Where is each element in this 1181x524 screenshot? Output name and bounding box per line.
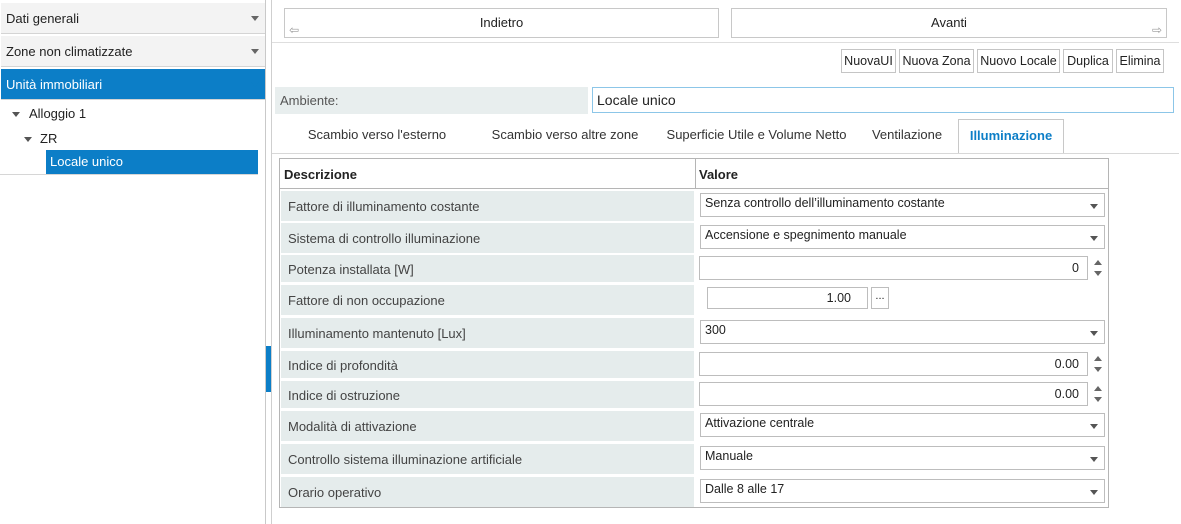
chevron-down-icon[interactable] (1090, 204, 1098, 209)
section-label: Zone non climatizzate (6, 44, 133, 59)
spin-down-icon[interactable] (1094, 367, 1102, 372)
column-header-valore: Valore (699, 167, 739, 182)
new-ui-button[interactable]: NuovaUI (841, 49, 896, 73)
duplicate-button[interactable]: Duplica (1063, 49, 1113, 73)
delete-button[interactable]: Elimina (1116, 49, 1164, 73)
expand-icon[interactable] (24, 137, 32, 142)
column-separator[interactable] (695, 159, 696, 189)
arrow-right-icon: ⇨ (1151, 23, 1162, 37)
row-label: Sistema di controllo illuminazione (281, 223, 694, 253)
arrow-left-icon: ⇦ (289, 23, 300, 37)
chevron-down-icon (251, 49, 259, 54)
expand-icon[interactable] (12, 112, 20, 117)
tab-scambio-zone[interactable]: Scambio verso altre zone (481, 119, 649, 153)
divider (272, 153, 1179, 154)
row-label: Fattore di non occupazione (281, 285, 694, 315)
tab-scambio-esterno[interactable]: Scambio verso l'esterno (293, 119, 461, 153)
row-label: Modalità di attivazione (281, 411, 694, 441)
section-zone-non-climatizzate[interactable]: Zone non climatizzate (1, 36, 265, 67)
tree-item-zr[interactable]: ZR (24, 128, 244, 150)
select-value: Dalle 8 alle 17 (705, 482, 785, 496)
chevron-down-icon[interactable] (1090, 236, 1098, 241)
chevron-down-icon[interactable] (1090, 490, 1098, 495)
chevron-down-icon (251, 82, 259, 87)
forward-label: Avanti (931, 15, 967, 30)
section-label: Dati generali (6, 11, 79, 26)
value-select[interactable]: Manuale (700, 446, 1105, 470)
spinner[interactable] (1091, 352, 1105, 376)
row-label: Indice di profondità (281, 351, 694, 378)
row-label: Controllo sistema illuminazione artifici… (281, 444, 694, 474)
back-label: Indietro (479, 15, 524, 30)
property-grid: Descrizione Valore Fattore di illuminame… (279, 158, 1109, 508)
tree-label: ZR (40, 131, 58, 146)
new-room-button[interactable]: Nuovo Locale (977, 49, 1060, 73)
spin-down-icon[interactable] (1094, 397, 1102, 402)
tree-item-locale-unico[interactable]: Locale unico (46, 150, 258, 174)
sidebar: Dati generali Zone non climatizzate Unit… (0, 0, 266, 524)
select-value: Accensione e spegnimento manuale (705, 228, 907, 242)
spin-up-icon[interactable] (1094, 386, 1102, 391)
row-label: Fattore di illuminamento costante (281, 191, 694, 221)
section-label: Unità immobiliari (6, 77, 103, 92)
chevron-down-icon[interactable] (1090, 331, 1098, 336)
tab-illuminazione[interactable]: Illuminazione (958, 119, 1064, 153)
chevron-down-icon (251, 16, 259, 21)
chevron-down-icon[interactable] (1090, 457, 1098, 462)
number-input[interactable]: 0.00 (699, 382, 1088, 406)
tree-item-alloggio[interactable]: Alloggio 1 (12, 103, 252, 125)
value-select[interactable]: Senza controllo dell’illuminamento costa… (700, 193, 1105, 217)
row-label: Illuminamento mantenuto [Lux] (281, 318, 694, 348)
spinner[interactable] (1091, 382, 1105, 406)
divider (0, 174, 258, 175)
section-unita-immobiliari[interactable]: Unità immobiliari (1, 69, 265, 100)
ellipsis-button[interactable]: ... (871, 287, 889, 309)
value-select[interactable]: Attivazione centrale (700, 413, 1105, 437)
value-select[interactable]: 300 (700, 320, 1105, 344)
row-label: Indice di ostruzione (281, 381, 694, 408)
grid-header: Descrizione Valore (280, 159, 1108, 189)
value-select[interactable]: Accensione e spegnimento manuale (700, 225, 1105, 249)
column-header-descrizione: Descrizione (284, 167, 357, 182)
number-input[interactable]: 0.00 (699, 352, 1088, 376)
select-value: 300 (705, 323, 726, 337)
row-label: Orario operativo (281, 477, 694, 507)
divider (272, 42, 1179, 43)
section-dati-generali[interactable]: Dati generali (1, 3, 265, 34)
value-select[interactable]: Dalle 8 alle 17 (700, 479, 1105, 503)
select-value: Senza controllo dell’illuminamento costa… (705, 196, 945, 210)
splitter[interactable] (266, 0, 272, 524)
number-input[interactable]: 0 (699, 256, 1088, 280)
spinner[interactable] (1091, 256, 1105, 280)
tree-label: Alloggio 1 (29, 106, 87, 121)
row-label: Potenza installata [W] (281, 255, 694, 282)
splitter-handle[interactable] (266, 346, 271, 392)
tree-label: Locale unico (50, 154, 123, 169)
back-button[interactable]: ⇦ Indietro (284, 8, 719, 38)
select-value: Manuale (705, 449, 753, 463)
spin-up-icon[interactable] (1094, 260, 1102, 265)
tab-ventilazione[interactable]: Ventilazione (862, 119, 952, 153)
forward-button[interactable]: Avanti ⇨ (731, 8, 1167, 38)
select-value: Attivazione centrale (705, 416, 815, 430)
ambient-label: Ambiente: (275, 87, 588, 114)
chevron-down-icon[interactable] (1090, 424, 1098, 429)
spin-down-icon[interactable] (1094, 271, 1102, 276)
number-input[interactable]: 1.00 (707, 287, 868, 309)
ambient-input[interactable]: Locale unico (592, 87, 1174, 113)
spin-up-icon[interactable] (1094, 356, 1102, 361)
new-zone-button[interactable]: Nuova Zona (899, 49, 974, 73)
tab-superficie[interactable]: Superficie Utile e Volume Netto (660, 119, 853, 153)
